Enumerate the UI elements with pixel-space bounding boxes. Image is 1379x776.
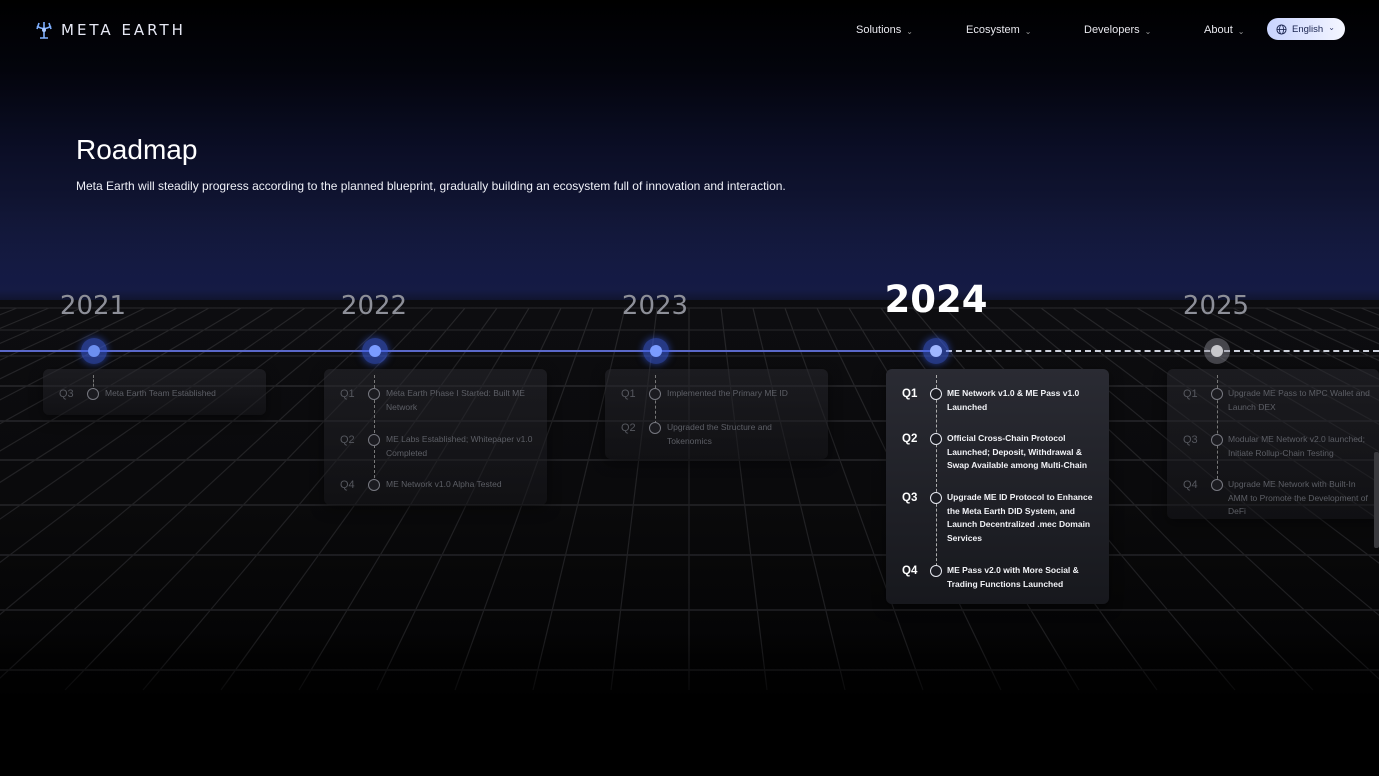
roadmap-card-2024: Q1 ME Network v1.0 & ME Pass v1.0 Launch… bbox=[886, 369, 1109, 604]
nav-developers[interactable]: Developers ⌄ bbox=[1084, 24, 1151, 36]
nav-ecosystem[interactable]: Ecosystem ⌄ bbox=[966, 24, 1032, 36]
nav-solutions-label: Solutions bbox=[856, 24, 902, 36]
language-selector[interactable]: English ⌄ bbox=[1267, 18, 1345, 40]
timeline-node-2021[interactable] bbox=[81, 338, 107, 364]
nav-about-label: About bbox=[1204, 24, 1233, 36]
chevron-down-icon: ⌄ bbox=[1328, 23, 1335, 32]
roadmap-card-2022: Q1 Meta Earth Phase I Started: Built ME … bbox=[324, 369, 547, 505]
logo[interactable]: META EARTH bbox=[33, 19, 186, 41]
roadmap-card-2023: Q1 Implemented the Primary ME ID Q2 Upgr… bbox=[605, 369, 828, 459]
year-label-2023: 2023 bbox=[621, 291, 689, 321]
quarter-label: Q2 bbox=[621, 422, 636, 434]
milestone-text: ME Network v1.0 Alpha Tested bbox=[386, 479, 502, 489]
year-label-2022: 2022 bbox=[340, 291, 408, 321]
nav-about[interactable]: About ⌄ bbox=[1204, 24, 1244, 36]
page-subtitle: Meta Earth will steadily progress accord… bbox=[76, 179, 786, 193]
quarter-label: Q1 bbox=[1183, 388, 1198, 400]
milestone-marker bbox=[87, 388, 99, 400]
nav-solutions[interactable]: Solutions ⌄ bbox=[856, 24, 913, 36]
globe-icon bbox=[1276, 23, 1287, 35]
quarter-label: Q1 bbox=[340, 388, 355, 400]
quarter-label: Q3 bbox=[59, 388, 74, 400]
timeline-node-2022[interactable] bbox=[362, 338, 388, 364]
nav-developers-label: Developers bbox=[1084, 24, 1140, 36]
quarter-label: Q1 bbox=[621, 388, 636, 400]
milestone-text: Meta Earth Team Established bbox=[105, 388, 216, 398]
chevron-down-icon: ⌄ bbox=[1144, 26, 1152, 36]
milestone-text: Official Cross-Chain Protocol Launched; … bbox=[947, 433, 1088, 470]
milestone-marker bbox=[930, 565, 942, 577]
milestone-marker bbox=[649, 422, 661, 434]
milestone-text: Implemented the Primary ME ID bbox=[667, 388, 788, 398]
timeline-node-2025[interactable] bbox=[1204, 338, 1230, 364]
milestone-marker bbox=[368, 434, 380, 446]
chevron-down-icon: ⌄ bbox=[906, 26, 913, 36]
milestone-marker bbox=[368, 479, 380, 491]
year-label-2025: 2025 bbox=[1182, 291, 1250, 321]
milestone-marker bbox=[368, 388, 380, 400]
chevron-down-icon: ⌄ bbox=[1024, 26, 1032, 36]
top-navigation: META EARTH Solutions ⌄ Ecosystem ⌄ Devel… bbox=[0, 0, 1379, 60]
quarter-label: Q4 bbox=[902, 565, 918, 577]
milestone-text: ME Pass v2.0 with More Social & Trading … bbox=[947, 565, 1079, 589]
quarter-label: Q2 bbox=[340, 434, 355, 446]
page-title: Roadmap bbox=[76, 134, 198, 165]
background-glow bbox=[0, 196, 1379, 306]
scrollbar[interactable] bbox=[1374, 452, 1379, 548]
milestone-text: Upgraded the Structure and Tokenomics bbox=[667, 422, 772, 446]
roadmap-card-2025: Q1 Upgrade ME Pass to MPC Wallet and Lau… bbox=[1167, 369, 1379, 519]
milestone-text: Modular ME Network v2.0 launched; Initia… bbox=[1228, 434, 1366, 458]
milestone-marker bbox=[930, 388, 942, 400]
milestone-marker bbox=[930, 433, 942, 445]
timeline-node-2024[interactable] bbox=[923, 338, 949, 364]
timeline-future-line bbox=[936, 350, 1379, 352]
language-label: English bbox=[1292, 23, 1324, 35]
quarter-label: Q3 bbox=[902, 492, 918, 504]
milestone-text: Meta Earth Phase I Started: Built ME Net… bbox=[386, 388, 525, 412]
milestone-marker bbox=[1211, 434, 1223, 446]
quarter-label: Q1 bbox=[902, 388, 918, 400]
milestone-text: ME Network v1.0 & ME Pass v1.0 Launched bbox=[947, 388, 1080, 412]
milestone-text: Upgrade ME Network with Built-In AMM to … bbox=[1228, 479, 1368, 516]
timeline-line bbox=[0, 350, 936, 352]
quarter-label: Q3 bbox=[1183, 434, 1198, 446]
milestone-text: Upgrade ME Pass to MPC Wallet and Launch… bbox=[1228, 388, 1370, 412]
milestone-text: ME Labs Established; Whitepaper v1.0 Com… bbox=[386, 434, 533, 458]
milestone-marker bbox=[1211, 388, 1223, 400]
roadmap-card-2021: Q3 Meta Earth Team Established bbox=[43, 369, 266, 415]
milestone-text: Upgrade ME ID Protocol to Enhance the Me… bbox=[947, 492, 1093, 543]
milestone-marker bbox=[1211, 479, 1223, 491]
milestone-marker bbox=[649, 388, 661, 400]
nav-ecosystem-label: Ecosystem bbox=[966, 24, 1020, 36]
quarter-label: Q4 bbox=[340, 479, 355, 491]
chevron-down-icon: ⌄ bbox=[1237, 26, 1245, 36]
timeline-node-2023[interactable] bbox=[643, 338, 669, 364]
logo-text: META EARTH bbox=[61, 21, 186, 39]
quarter-label: Q2 bbox=[902, 433, 918, 445]
milestone-marker bbox=[930, 492, 942, 504]
year-label-2024: 2024 bbox=[884, 278, 988, 321]
quarter-label: Q4 bbox=[1183, 479, 1198, 491]
year-label-2021: 2021 bbox=[59, 291, 127, 321]
meta-earth-logo-icon bbox=[36, 22, 52, 39]
